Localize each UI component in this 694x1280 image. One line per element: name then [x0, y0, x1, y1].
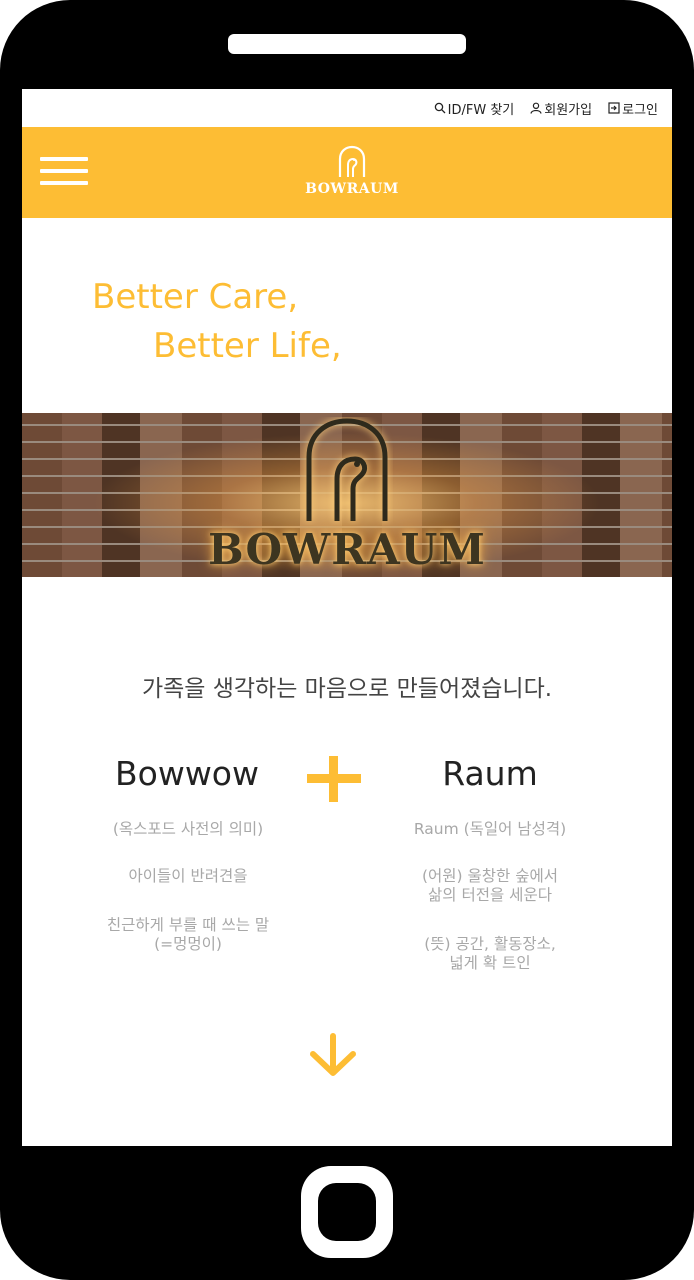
- menu-icon-bar: [40, 169, 88, 173]
- bowwow-desc-1: (옥스포드 사전의 의미): [112, 820, 264, 838]
- find-id-label: ID/FW 찾기: [447, 102, 515, 118]
- bowwow-desc-2: 아이들이 반려견을: [128, 867, 248, 885]
- hero-line-2: Better Life,: [153, 326, 342, 366]
- slogan: 가족을 생각하는 마음으로 만들어졌습니다.: [141, 676, 553, 702]
- signup-label: 회원가입: [544, 102, 593, 118]
- raum-desc-1: Raum (독일어 남성격): [413, 820, 567, 838]
- screen: ID/FW 찾기 회원가입 로그인 BOWRAUM Better Care, B…: [22, 89, 672, 1146]
- phone-frame: ID/FW 찾기 회원가입 로그인 BOWRAUM Better Care, B…: [0, 0, 694, 1280]
- phone-speaker: [228, 34, 466, 54]
- bowwow-title: Bowwow: [115, 754, 259, 793]
- signup-link[interactable]: 회원가입: [530, 99, 592, 118]
- dog-arch-logo-icon: [338, 145, 366, 177]
- dog-arch-neon-icon: [306, 418, 388, 521]
- find-id-link[interactable]: ID/FW 찾기: [434, 99, 515, 118]
- user-icon: [530, 102, 542, 114]
- header-logo[interactable]: BOWRAUM: [302, 145, 402, 205]
- raum-desc-3: (뜻) 공간, 활동장소, 넓게 확 트인: [424, 935, 556, 972]
- search-icon: [434, 102, 446, 114]
- login-icon: [608, 102, 620, 114]
- banner-brand-text: BOWRAUM: [208, 525, 486, 574]
- header: BOWRAUM: [22, 127, 672, 218]
- raum-desc-2: (어원) 울창한 숲에서 삶의 터전을 세운다: [421, 867, 559, 904]
- scroll-down-arrow-icon[interactable]: [307, 1032, 359, 1078]
- menu-icon-bar: [40, 157, 88, 161]
- login-label: 로그인: [622, 102, 658, 118]
- menu-icon-bar: [40, 181, 88, 185]
- util-bar: ID/FW 찾기 회원가입 로그인: [22, 89, 672, 127]
- hero-line-1: Better Care,: [92, 277, 299, 317]
- logo-text: BOWRAUM: [305, 181, 399, 197]
- raum-title: Raum: [442, 754, 538, 793]
- login-link[interactable]: 로그인: [608, 99, 658, 118]
- plus-icon: [307, 756, 361, 802]
- bowwow-desc-3: 친근하게 부를 때 쓰는 말 (=멍멍이): [106, 916, 270, 953]
- phone-home-button[interactable]: [301, 1166, 393, 1258]
- menu-button[interactable]: [40, 157, 88, 185]
- brand-banner: BOWRAUM: [22, 413, 672, 577]
